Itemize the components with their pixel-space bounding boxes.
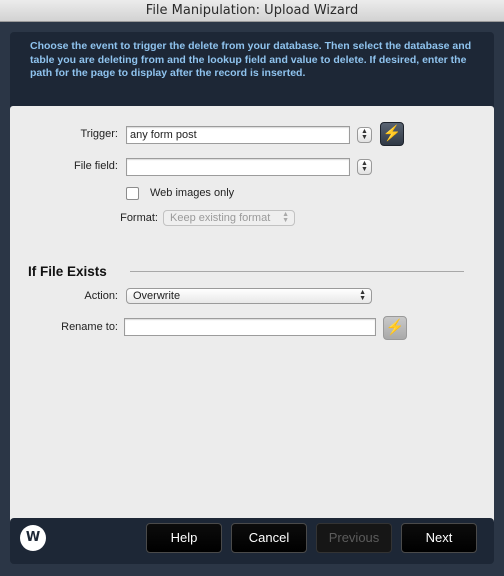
up-down-arrows-icon: ▲ ▼: [359, 289, 366, 302]
trigger-input[interactable]: any form post: [126, 126, 350, 144]
help-button[interactable]: Help: [146, 523, 222, 553]
previous-button: Previous: [316, 523, 392, 553]
action-select[interactable]: Overwrite ▲ ▼: [126, 288, 372, 304]
if-file-exists-heading: If File Exists: [28, 264, 107, 279]
webassist-logo: W: [20, 525, 46, 551]
next-button[interactable]: Next: [401, 523, 477, 553]
up-down-arrows-icon: ▲ ▼: [361, 160, 368, 173]
form-panel: Trigger: any form post ▲ ▼ ⚡ File field: …: [10, 106, 494, 528]
file-field-input[interactable]: [126, 158, 350, 176]
cancel-button[interactable]: Cancel: [231, 523, 307, 553]
section-divider: [130, 271, 464, 272]
format-select-value: Keep existing format: [170, 212, 271, 224]
format-label: Format:: [120, 212, 158, 224]
web-images-only-checkbox[interactable]: [126, 187, 139, 200]
action-select-value: Overwrite: [133, 290, 181, 302]
rename-bolt-button: ⚡: [383, 316, 407, 340]
rename-to-input[interactable]: [124, 318, 376, 336]
up-down-arrows-icon: ▲ ▼: [282, 211, 289, 224]
format-select: Keep existing format ▲ ▼: [163, 210, 295, 226]
wizard-frame: Choose the event to trigger the delete f…: [0, 22, 504, 576]
file-field-stepper[interactable]: ▲ ▼: [357, 159, 372, 175]
trigger-bolt-button[interactable]: ⚡: [380, 122, 404, 146]
trigger-label: Trigger:: [80, 128, 119, 140]
wizard-footer: W Help Cancel Previous Next: [10, 518, 494, 564]
rename-to-label: Rename to:: [61, 321, 118, 333]
trigger-stepper[interactable]: ▲ ▼: [357, 127, 372, 143]
up-down-arrows-icon: ▲ ▼: [361, 128, 368, 141]
action-label: Action:: [84, 290, 118, 302]
file-field-label: File field:: [73, 160, 118, 172]
web-images-only-label: Web images only: [150, 187, 235, 199]
window-title: File Manipulation: Upload Wizard: [0, 0, 504, 22]
lightning-bolt-icon: ⚡: [385, 319, 405, 336]
lightning-bolt-icon: ⚡: [382, 125, 402, 142]
